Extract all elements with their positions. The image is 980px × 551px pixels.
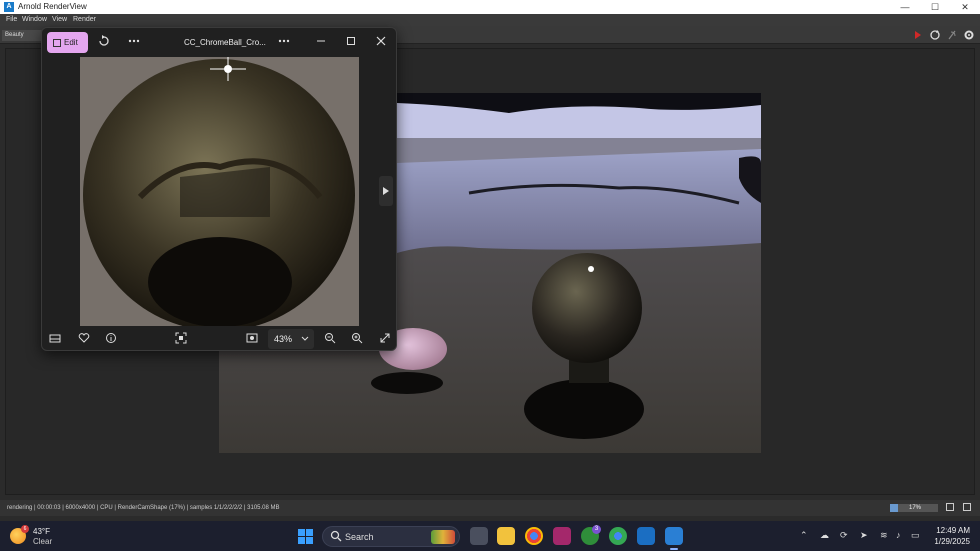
taskbar-search-box[interactable]: Search: [322, 526, 460, 547]
menu-window[interactable]: Window: [22, 16, 47, 23]
edit-icon: [53, 38, 61, 47]
instagram-icon[interactable]: [553, 527, 571, 545]
record-icon[interactable]: [911, 29, 923, 41]
close-icon[interactable]: [372, 34, 390, 52]
windows-taskbar: 6 43°F Clear Search 3 ⌃ ☁ ⟳ ➤ ≋ ♪ ▭ 12:4…: [0, 521, 980, 551]
filmstrip-icon[interactable]: [48, 332, 62, 346]
zoom-level-select[interactable]: 43%: [268, 329, 314, 349]
chevron-up-icon[interactable]: ⌃: [800, 530, 808, 541]
chrome-icon[interactable]: [525, 527, 543, 545]
edit-button[interactable]: Edit: [47, 32, 88, 53]
photos-app-icon[interactable]: [665, 527, 683, 545]
menu-bar: File Window View Render: [0, 14, 980, 26]
next-photo-button[interactable]: [379, 176, 393, 206]
search-icon: [330, 530, 342, 542]
snapshot-icon[interactable]: [946, 503, 954, 511]
zoom-level-label: 43%: [274, 334, 293, 344]
volume-icon[interactable]: ♪: [896, 530, 901, 540]
chevron-down-icon: [301, 336, 308, 341]
weather-badge: 6: [21, 525, 29, 533]
clock-time[interactable]: 12:49 AM: [924, 526, 970, 535]
photos-viewer-window: Edit CC_ChromeBall_Cro... 43%: [41, 27, 397, 351]
window-titlebar: A Arnold RenderView — ☐ ✕: [0, 0, 980, 14]
fit-image-icon[interactable]: [245, 332, 259, 346]
start-button[interactable]: [298, 529, 313, 544]
zoom-out-icon[interactable]: [323, 332, 337, 346]
zoom-in-icon[interactable]: [350, 332, 364, 346]
refresh-icon[interactable]: [929, 29, 941, 41]
window-title: Arnold RenderView: [18, 2, 87, 11]
close-button[interactable]: ✕: [950, 0, 980, 14]
title-more-icon[interactable]: [275, 34, 293, 52]
photo-image: [80, 57, 359, 326]
favorite-heart-icon[interactable]: [77, 332, 91, 346]
menu-render[interactable]: Render: [73, 16, 96, 23]
photo-title: CC_ChromeBall_Cro...: [184, 38, 266, 47]
maya-icon[interactable]: [637, 527, 655, 545]
xbox-badge: 3: [592, 525, 601, 534]
active-app-indicator: [670, 548, 678, 550]
wifi-icon[interactable]: ≋: [880, 530, 888, 541]
maximize-button[interactable]: ☐: [920, 0, 950, 14]
search-highlight-icon: [431, 530, 455, 544]
status-bar: rendering | 00:00:03 | 6000x4000 | CPU |…: [0, 500, 980, 516]
minimize-button[interactable]: —: [890, 0, 920, 14]
chrome-profile-icon[interactable]: [609, 527, 627, 545]
display-icon[interactable]: [963, 503, 971, 511]
maximize-icon[interactable]: [342, 34, 360, 52]
task-view-icon[interactable]: [470, 527, 488, 545]
antenna-icon[interactable]: [946, 29, 958, 41]
arnold-app-icon: A: [4, 2, 14, 12]
file-explorer-icon[interactable]: [497, 527, 515, 545]
aov-select[interactable]: Beauty: [2, 30, 42, 41]
cloud-offline-icon[interactable]: ☁: [820, 530, 829, 541]
weather-temperature[interactable]: 43°F: [33, 527, 50, 536]
location-icon[interactable]: ➤: [860, 530, 868, 541]
weather-condition[interactable]: Clear: [33, 537, 52, 546]
battery-icon[interactable]: ▭: [911, 530, 920, 541]
minimize-icon[interactable]: [312, 34, 330, 52]
full-screen-icon[interactable]: [378, 332, 392, 346]
crop-select-icon[interactable]: [174, 332, 188, 346]
info-icon[interactable]: [104, 332, 118, 346]
search-label: Search: [345, 532, 374, 542]
menu-file[interactable]: File: [6, 16, 17, 23]
render-progress-label: 17%: [909, 505, 922, 511]
more-options-icon[interactable]: [125, 34, 143, 52]
menu-view[interactable]: View: [52, 16, 67, 23]
gear-icon[interactable]: [963, 29, 975, 41]
edit-label: Edit: [64, 38, 78, 47]
sync-icon[interactable]: ⟳: [840, 530, 848, 541]
status-text: rendering | 00:00:03 | 6000x4000 | CPU |…: [7, 505, 280, 511]
rotate-icon[interactable]: [95, 34, 113, 52]
clock-date[interactable]: 1/29/2025: [924, 537, 970, 546]
